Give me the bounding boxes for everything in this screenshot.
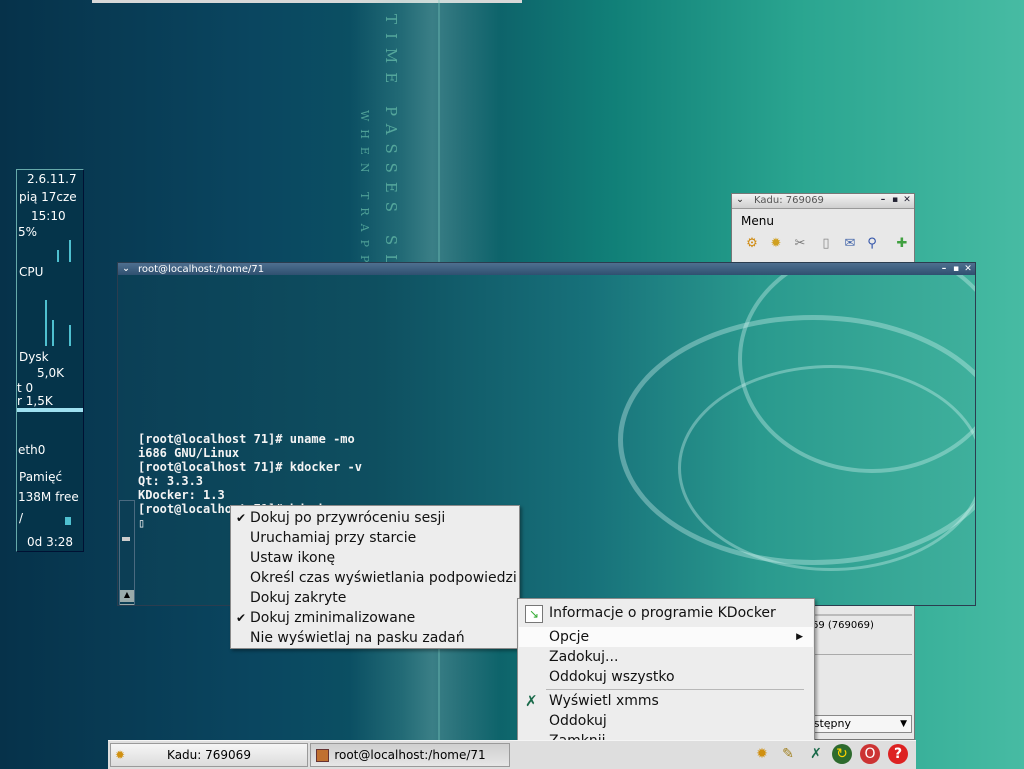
settings-icon[interactable]: ✹ xyxy=(768,236,784,252)
load-graph-bar xyxy=(57,250,59,262)
task-kadu[interactable]: ✹ Kadu: 769069 xyxy=(110,743,308,767)
kadu-title: Kadu: 769069 xyxy=(754,195,824,206)
search-icon[interactable]: ⚲ xyxy=(864,236,880,252)
cpu-graph-bar xyxy=(52,320,54,346)
submenu-arrow-icon: ▶ xyxy=(796,632,803,642)
net-label: eth0 xyxy=(18,443,46,457)
tray-xmms-icon[interactable]: ✗ xyxy=(806,744,826,764)
checkmark-icon: ✔ xyxy=(236,611,247,625)
uptime-label: 0d 3:28 xyxy=(27,535,74,549)
menu-item-about[interactable]: ↘ Informacje o programie KDocker xyxy=(519,601,813,625)
tray-tools-icon[interactable]: ✎ xyxy=(778,744,798,764)
menu-item-undock[interactable]: Oddokuj xyxy=(519,711,813,731)
options-submenu: ✔ Dokuj po przywróceniu sesji Uruchamiaj … xyxy=(230,505,520,649)
menu-item-run-on-start[interactable]: Uruchamiaj przy starcie xyxy=(232,528,518,548)
mail-icon[interactable]: ✉ xyxy=(842,236,858,252)
document-icon[interactable]: ▯ xyxy=(818,236,834,252)
menu-item-restore-session[interactable]: ✔ Dokuj po przywróceniu sesji xyxy=(232,508,518,528)
window-menu-icon[interactable]: ⌄ xyxy=(121,264,131,274)
terminal-scrollbar[interactable]: ▲ ▼ xyxy=(119,500,135,605)
menu-item-set-icon[interactable]: Ustaw ikonę xyxy=(232,548,518,568)
tray-kadu-icon[interactable]: ✹ xyxy=(752,744,772,764)
xmms-icon: ✗ xyxy=(525,692,538,710)
kernel-version: 2.6.11.7 xyxy=(27,172,77,186)
scrollbar-thumb[interactable] xyxy=(122,537,130,541)
terminal-line: Qt: 3.3.3 xyxy=(138,474,204,488)
root-fs-graph xyxy=(65,517,71,525)
terminal-titlebar[interactable]: ⌄ root@localhost:/home/71 – ▪ ✕ xyxy=(118,263,975,275)
close-icon[interactable]: ✕ xyxy=(902,195,912,205)
status-select[interactable]: ostępny ▼ xyxy=(806,715,912,733)
menu-item-hide-taskbar[interactable]: Nie wyświetlaj na pasku zadań xyxy=(232,628,518,648)
cpu-label: CPU xyxy=(19,265,44,279)
memory-label: Pamięć xyxy=(19,470,63,484)
divider xyxy=(808,614,912,616)
contact-entry[interactable]: 69 (769069) xyxy=(812,620,874,631)
root-fs-label: / xyxy=(19,511,24,525)
minimize-icon[interactable]: – xyxy=(878,195,888,205)
kadu-menu-item[interactable]: Menu xyxy=(741,214,774,228)
disk-t: t 0 xyxy=(17,381,34,395)
disk-graph xyxy=(17,408,83,412)
cpu-graph-bar xyxy=(45,300,47,346)
terminal-line: i686 GNU/Linux xyxy=(138,446,240,460)
cpu-graph-bar xyxy=(69,325,71,346)
clock-label: 15:10 xyxy=(31,209,66,223)
chevron-down-icon: ▼ xyxy=(900,719,907,729)
menu-item-dock[interactable]: Zadokuj... xyxy=(519,647,813,667)
window-menu-icon[interactable]: ⌄ xyxy=(735,195,745,205)
date-label: pią 17cze xyxy=(19,190,77,204)
divider xyxy=(808,654,912,655)
kdocker-about-icon: ↘ xyxy=(525,605,543,623)
terminal-line: [root@localhost 71]# kdocker -v xyxy=(138,460,362,474)
task-terminal[interactable]: root@localhost:/home/71 xyxy=(310,743,510,767)
memory-value: 138M free xyxy=(18,490,79,504)
scroll-up-icon[interactable]: ▲ xyxy=(120,590,134,602)
kadu-titlebar[interactable]: ⌄ Kadu: 769069 – ▪ ✕ xyxy=(732,194,914,209)
system-monitor: 2.6.11.7 pią 17cze 15:10 5% CPU Dysk 5,0… xyxy=(16,169,84,552)
close-icon[interactable]: ✕ xyxy=(963,264,973,274)
menu-item-options[interactable]: Opcje ▶ xyxy=(519,627,813,647)
terminal-line: [root@localhost 71]# uname -mo xyxy=(138,432,355,446)
kadu-toolbar: ⚙ ✹ ✂ ▯ ✉ ⚲ ✚ xyxy=(736,234,912,254)
menu-item-dock-minimized[interactable]: ✔ Dokuj zminimalizowane xyxy=(232,608,518,628)
terminal-line: KDocker: 1.3 xyxy=(138,488,225,502)
tray-opera-icon[interactable]: O xyxy=(860,744,880,764)
tray-gg-icon[interactable]: ↻ xyxy=(832,744,852,764)
menu-item-show-xmms[interactable]: ✗ Wyświetl xmms xyxy=(519,691,813,711)
minimize-icon[interactable]: – xyxy=(939,264,949,274)
maximize-icon[interactable]: ▪ xyxy=(890,195,900,205)
tools-icon[interactable]: ✂ xyxy=(792,236,808,252)
menu-item-tooltip-time[interactable]: Określ czas wyświetlania podpowiedzi xyxy=(232,568,518,588)
load-label: 5% xyxy=(18,225,38,239)
menu-item-undock-all[interactable]: Oddokuj wszystko xyxy=(519,667,813,687)
kdocker-context-menu: ↘ Informacje o programie KDocker Opcje ▶ … xyxy=(517,598,815,756)
menu-separator xyxy=(546,689,804,690)
disk-value: 5,0K xyxy=(37,366,64,380)
maximize-icon[interactable]: ▪ xyxy=(951,264,961,274)
checkmark-icon: ✔ xyxy=(236,511,247,525)
gear-icon[interactable]: ⚙ xyxy=(744,236,760,252)
load-graph xyxy=(69,240,71,262)
disk-label: Dysk xyxy=(19,350,49,364)
menu-item-dock-closed[interactable]: Dokuj zakryte xyxy=(232,588,518,608)
add-user-icon[interactable]: ✚ xyxy=(894,236,910,252)
scroll-down-icon[interactable]: ▼ xyxy=(120,604,134,605)
tray-help-icon[interactable]: ? xyxy=(888,744,908,764)
disk-r: r 1,5K xyxy=(17,394,53,408)
taskbar: ✹ Kadu: 769069 root@localhost:/home/71 ✹… xyxy=(108,740,916,769)
